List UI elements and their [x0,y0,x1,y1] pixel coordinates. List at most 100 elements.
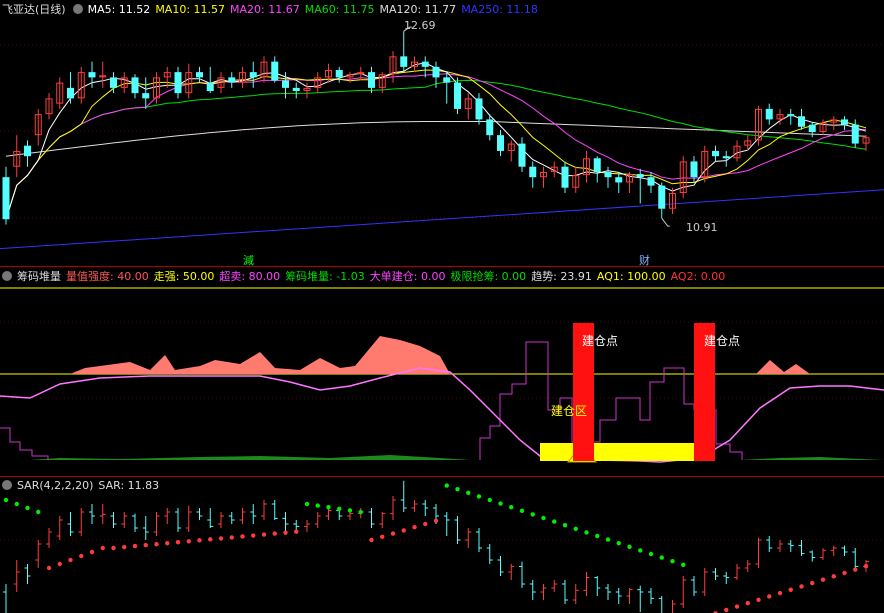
histogram-steps [0,427,49,460]
sar-dot [509,505,514,510]
sar-dot [208,537,213,542]
candle-body [561,166,569,188]
candle-body [787,114,795,117]
sar-dot [89,549,95,555]
sar-dot [541,515,546,521]
main-header: 飞亚达(日线) MA5: 11.52 MA10: 11.57 MA20: 11.67 M… [2,2,543,18]
sar-dot [659,555,664,560]
candle-body [636,174,644,178]
sar-dot [627,544,632,549]
ma120-label: MA120: 11.77 [379,3,457,16]
sar-dot [294,529,299,534]
sar-dot [423,521,428,527]
candle-body [798,116,805,127]
sar-dot [412,525,417,530]
sar-dot [3,497,9,503]
sar-dot [444,483,449,488]
ma250-line [0,189,884,250]
reduce-marker[interactable]: 減 [243,252,254,268]
settings-circle-icon[interactable] [2,271,12,281]
sar-dot [745,601,750,606]
sar-dot [390,531,396,536]
sar-dot [433,518,439,523]
candle-body [712,150,719,157]
sar-dot [401,528,406,533]
sar-dot [562,523,568,528]
candle-body [2,177,10,220]
sar-dot [767,594,772,599]
sar-dot [380,534,385,539]
sar-dot [777,590,783,596]
sar-dot [788,587,793,592]
sar-dot [466,490,471,495]
param-aq1: AQ1: 100.00 [596,270,666,283]
sar-dot [251,533,256,538]
candle-body [690,161,698,178]
ma10-label: MA10: 11.57 [155,3,226,16]
sar-dot [304,501,310,507]
candle-body [88,72,96,78]
candle-body [841,119,848,125]
candle-body [486,119,494,136]
build-point-label-2: 建仓点 [704,334,741,348]
sar-dot [122,544,127,550]
finance-marker[interactable]: 财 [639,252,650,268]
sar-dot [175,540,181,545]
sar-dot [25,505,30,511]
sar-dot [616,541,621,546]
candle-body [851,124,859,144]
sar-dot [315,503,320,508]
sar-dot [283,530,288,535]
sar-dot [326,505,331,510]
sar-dot [165,541,170,546]
param-extreme-grab: 极限抢筹: 0.00 [450,270,527,283]
candle-body [292,87,300,92]
sar-dot [337,506,342,511]
sar-dot [584,530,589,535]
candle-body [722,156,730,159]
sar-name[interactable]: SAR(4,2,2,20) [17,479,93,492]
build-zone-label: 建仓区 [551,404,588,418]
candle-body [142,93,150,99]
candle-body [647,177,655,186]
strength-area [70,336,450,374]
sar-dot [358,509,363,515]
candle-body [282,80,289,88]
stock-title[interactable]: 飞亚达(日线) [2,3,66,16]
param-trend: 趋势: 23.91 [531,270,592,283]
sar-dot [670,559,675,564]
param-large-build: 大单建仓: 0.00 [369,270,446,283]
sar-dot [79,553,84,559]
candle-body [615,177,623,183]
settings-circle-icon[interactable] [72,4,83,14]
sar-dot [261,532,267,537]
sar-dot [756,597,761,603]
build-point-label-1: 建仓点 [582,334,619,348]
chip-volume-area [30,455,470,460]
sar-dot [810,580,815,586]
indicator-name[interactable]: 筹码堆量 [17,270,61,283]
sar-dot [605,537,611,542]
candle-body [432,66,440,78]
sar-dot [595,533,600,539]
sar-dot [100,545,105,551]
sar-dot [240,534,245,539]
param-oversold: 超卖: 80.00 [219,270,281,283]
chip-volume-area [740,457,884,460]
sar-dot [369,537,374,543]
high-price-label: 12.69 [404,19,436,32]
candle-body [400,56,408,67]
candle-body [593,158,601,172]
ma250-label: MA250: 11.18 [461,3,538,16]
candle-body [249,72,257,78]
sar-value: SAR: 11.83 [98,479,160,492]
settings-circle-icon[interactable] [2,480,12,490]
param-chip-volume: 筹码堆量: -1.03 [285,270,365,283]
sar-dot [229,535,234,540]
chart-canvas[interactable] [0,0,884,613]
strength-area [756,360,810,374]
sar-dot [724,607,729,613]
candle-body [475,98,483,120]
sar-dot [498,501,503,506]
param-strength: 量值强度: 40.00 [66,270,149,283]
